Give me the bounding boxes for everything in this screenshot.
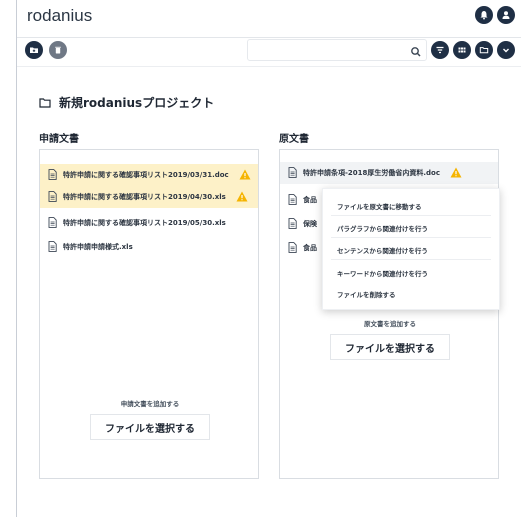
toolbar-right: [431, 41, 515, 59]
menu-item-link-by-keyword[interactable]: キーワードから関連付けを行う: [337, 268, 428, 278]
app-window: rodanius 新規rodaniusプロジェクト 申請文書 特許申請に関する確…: [16, 0, 521, 517]
add-application-document-label: 申請文書を追加する: [120, 400, 180, 408]
trash-icon[interactable]: [49, 41, 67, 59]
document-icon: [48, 240, 57, 254]
warning-icon: [239, 169, 251, 182]
menu-item-link-by-paragraph[interactable]: パラグラフから関連付けを行う: [337, 223, 428, 233]
menu-divider: [331, 259, 491, 260]
application-documents-panel: 特許申請に関する確認事項リスト2019/03/31.doc 特許申請に関する確認…: [39, 149, 259, 479]
new-folder-icon[interactable]: [25, 41, 43, 59]
search-input[interactable]: [254, 42, 404, 63]
source-documents-label: 原文書: [279, 134, 309, 145]
warning-icon: [236, 191, 248, 204]
menu-divider: [331, 215, 491, 216]
list-item[interactable]: 特許申請申請様式.xls: [40, 236, 258, 258]
filter-icon[interactable]: [431, 41, 449, 59]
menu-item-move-to-source[interactable]: ファイルを原文書に移動する: [337, 201, 422, 211]
project-header: 新規rodaniusプロジェクト: [39, 93, 214, 112]
toolbar-divider: [17, 66, 521, 67]
file-name: 食品: [303, 244, 317, 252]
document-icon: [288, 241, 297, 255]
list-item[interactable]: 特許申請に関する確認事項リスト2019/04/30.xls: [40, 186, 258, 208]
document-icon: [288, 166, 297, 180]
select-file-button[interactable]: ファイルを選択する: [90, 414, 210, 440]
file-name: 特許申請に関する確認事項リスト2019/03/31.doc: [63, 171, 229, 179]
select-file-button[interactable]: ファイルを選択する: [330, 334, 450, 360]
document-icon: [48, 216, 57, 230]
grid-view-icon[interactable]: [453, 41, 471, 59]
search-box: [247, 39, 427, 63]
notification-bell-icon[interactable]: [475, 6, 493, 24]
document-icon: [48, 190, 57, 204]
document-icon: [288, 217, 297, 231]
add-source-document-label: 原文書を追加する: [364, 320, 416, 328]
menu-divider: [331, 237, 491, 238]
project-title: 新規rodaniusプロジェクト: [59, 96, 215, 110]
document-icon: [48, 168, 57, 182]
app-title: rodanius: [27, 6, 93, 25]
application-documents-label: 申請文書: [39, 134, 79, 145]
folder-outline-icon: [39, 93, 51, 112]
list-item[interactable]: 特許申請条項-2018厚生労働省内資料.doc: [280, 162, 498, 184]
toolbar-left: [25, 41, 67, 59]
file-name: 特許申請申請様式.xls: [63, 243, 133, 251]
file-context-menu: ファイルを原文書に移動する パラグラフから関連付けを行う センテンスから関連付け…: [322, 188, 500, 310]
folder-icon[interactable]: [475, 41, 493, 59]
list-item[interactable]: 特許申請に関する確認事項リスト2019/05/30.xls: [40, 212, 258, 234]
search-icon[interactable]: [410, 43, 422, 62]
warning-icon: [450, 167, 462, 180]
document-icon: [288, 193, 297, 207]
header-actions: [475, 6, 515, 24]
menu-item-delete-file[interactable]: ファイルを削除する: [337, 289, 396, 299]
file-name: 特許申請に関する確認事項リスト2019/05/30.xls: [63, 219, 226, 227]
list-item[interactable]: 特許申請に関する確認事項リスト2019/03/31.doc: [40, 164, 258, 186]
chevron-down-icon[interactable]: [497, 41, 515, 59]
header-divider: [17, 37, 521, 38]
file-name: 特許申請に関する確認事項リスト2019/04/30.xls: [63, 193, 226, 201]
user-account-icon[interactable]: [497, 6, 515, 24]
file-name: 食品: [303, 196, 317, 204]
file-name: 特許申請条項-2018厚生労働省内資料.doc: [303, 169, 441, 177]
file-name: 保険: [303, 220, 317, 228]
menu-item-link-by-sentence[interactable]: センテンスから関連付けを行う: [337, 245, 428, 255]
